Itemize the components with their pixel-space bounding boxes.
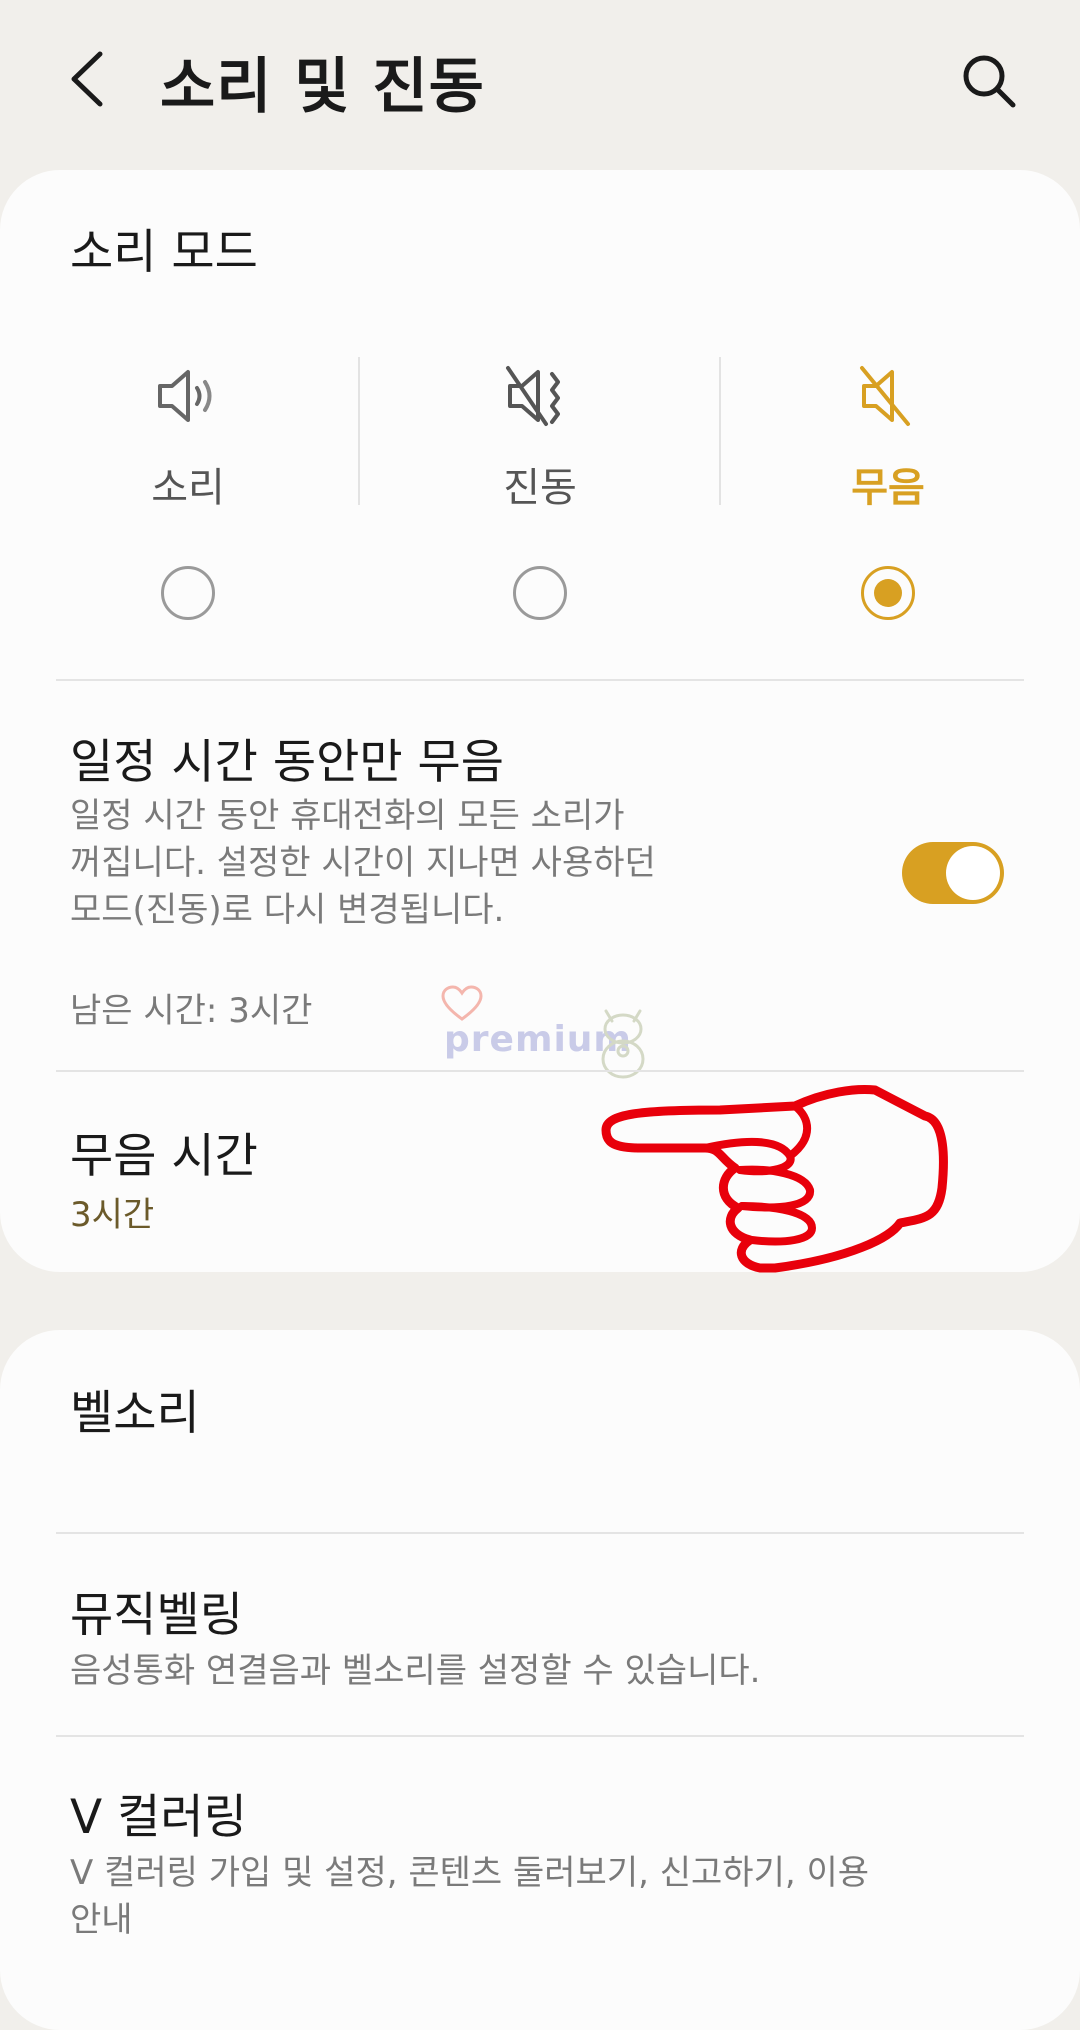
top-app-bar: 소리 및 진동 bbox=[0, 0, 1080, 165]
temp-mute-desc-line: 모드(진동)로 다시 변경됩니다. bbox=[70, 890, 505, 930]
ringtone-title[interactable]: 벨소리 bbox=[70, 1374, 200, 1443]
radio-sound[interactable] bbox=[161, 566, 215, 620]
mode-option-sound[interactable]: 소리 bbox=[8, 340, 368, 630]
divider bbox=[56, 1532, 1024, 1534]
mode-option-vibrate[interactable]: 진동 bbox=[360, 340, 720, 630]
v-coloring-title[interactable]: V 컬러링 bbox=[70, 1778, 247, 1847]
temp-mute-toggle[interactable] bbox=[902, 842, 1004, 904]
mode-label-vibrate: 진동 bbox=[503, 465, 577, 511]
sound-mode-heading: 소리 모드 bbox=[70, 225, 258, 280]
cat-icon bbox=[601, 1009, 645, 1079]
divider bbox=[56, 1735, 1024, 1737]
heart-icon bbox=[441, 985, 483, 1021]
mode-label-mute: 무음 bbox=[851, 465, 925, 511]
temp-mute-description: 일정 시간 동안 휴대전화의 모든 소리가 꺼집니다. 설정한 시간이 지나면 … bbox=[70, 793, 656, 934]
v-coloring-desc-line: V 컬러링 가입 및 설정, 콘텐츠 둘러보기, 신고하기, 이용 bbox=[70, 1853, 870, 1893]
pointing-hand-annotation bbox=[601, 1085, 948, 1273]
search-icon bbox=[963, 55, 1016, 108]
mute-icon bbox=[860, 366, 910, 426]
mute-duration-value: 3시간 bbox=[70, 1195, 155, 1235]
v-coloring-description: V 컬러링 가입 및 설정, 콘텐츠 둘러보기, 신고하기, 이용 안내 bbox=[70, 1850, 869, 1944]
music-ring-title[interactable]: 뮤직벨링 bbox=[70, 1576, 243, 1645]
divider bbox=[56, 1070, 1024, 1072]
vibrate-icon bbox=[506, 366, 560, 426]
music-ring-desc-line: 음성통화 연결음과 벨소리를 설정할 수 있습니다. bbox=[70, 1651, 761, 1691]
radio-mute[interactable] bbox=[861, 566, 915, 620]
mute-duration-title[interactable]: 무음 시간 bbox=[70, 1117, 258, 1186]
divider bbox=[56, 679, 1024, 681]
speaker-icon bbox=[158, 370, 212, 422]
mode-label-sound: 소리 bbox=[151, 465, 225, 511]
chevron-left-icon bbox=[71, 51, 103, 107]
temp-mute-desc-line: 일정 시간 동안 휴대전화의 모든 소리가 bbox=[70, 796, 625, 836]
mode-option-mute[interactable]: 무음 bbox=[708, 340, 1068, 630]
remaining-time: 남은 시간: 3시간 bbox=[70, 991, 313, 1031]
temp-mute-desc-line: 꺼집니다. 설정한 시간이 지나면 사용하던 bbox=[70, 843, 656, 883]
back-button[interactable] bbox=[62, 48, 118, 110]
toggle-knob bbox=[946, 846, 1000, 900]
v-coloring-desc-line: 안내 bbox=[70, 1900, 133, 1940]
page-title: 소리 및 진동 bbox=[160, 52, 485, 122]
radio-vibrate[interactable] bbox=[513, 566, 567, 620]
temp-mute-title[interactable]: 일정 시간 동안만 무음 bbox=[70, 723, 504, 792]
search-button[interactable] bbox=[958, 50, 1020, 112]
music-ring-description: 음성통화 연결음과 벨소리를 설정할 수 있습니다. bbox=[70, 1648, 760, 1695]
